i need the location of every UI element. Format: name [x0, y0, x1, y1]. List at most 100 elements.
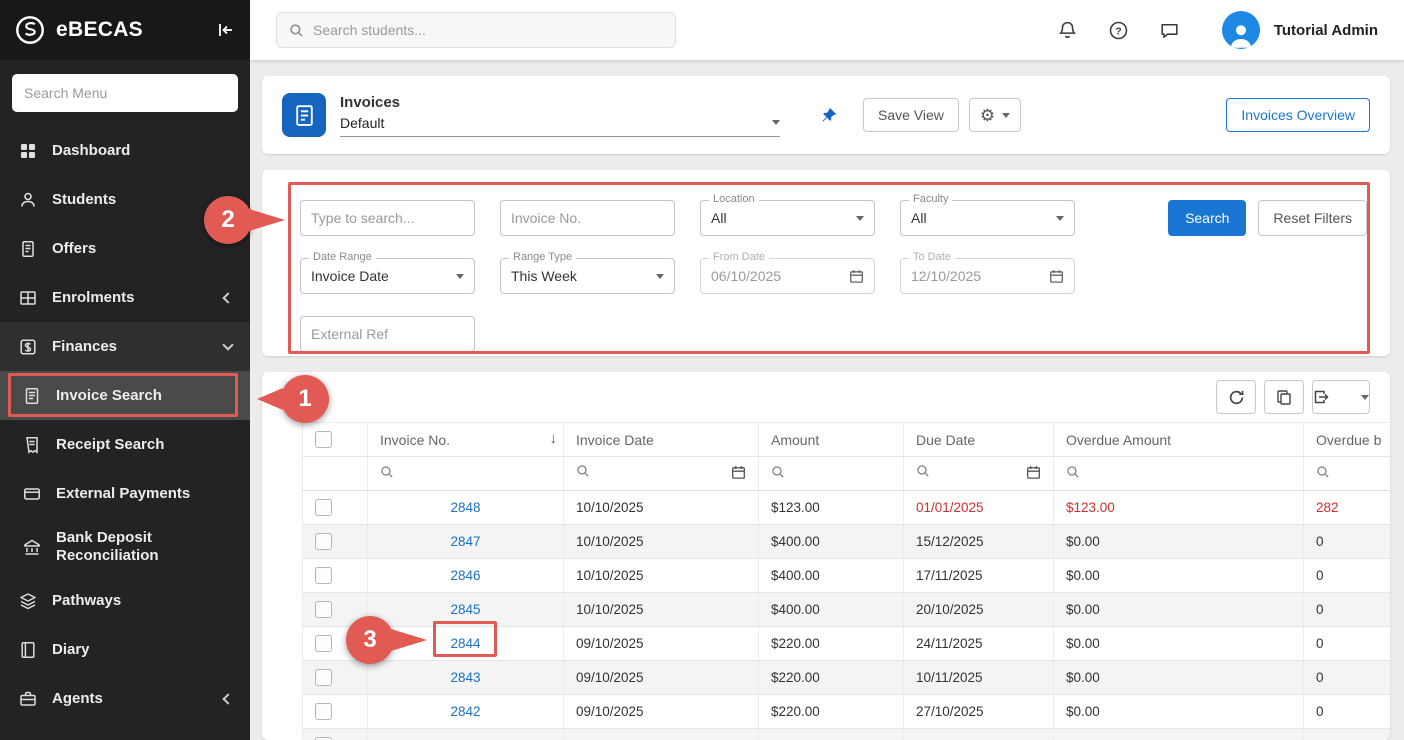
- column-header-overdue-amount[interactable]: Overdue Amount: [1054, 423, 1304, 457]
- row-checkbox[interactable]: [315, 635, 332, 652]
- sidebar-item-finances[interactable]: Finances: [0, 322, 250, 371]
- overdue-by-cell: 282: [1304, 491, 1391, 525]
- filter-row-1: Location All Faculty All Search Reset Fi…: [300, 200, 1367, 236]
- overdue-by-cell: 0: [1304, 627, 1391, 661]
- menu-search-input[interactable]: [12, 74, 238, 112]
- invoice-link[interactable]: 2847: [450, 534, 480, 549]
- external-ref-field: [300, 316, 475, 352]
- row-checkbox[interactable]: [315, 499, 332, 516]
- overdue-amount-cell: $123.00: [1054, 491, 1304, 525]
- invoice-link[interactable]: 2843: [450, 670, 480, 685]
- external-ref-input[interactable]: [311, 326, 464, 342]
- filter-amount[interactable]: [759, 457, 904, 491]
- page-title: Invoices: [340, 94, 780, 111]
- dashboard-icon: [18, 142, 38, 160]
- search-button[interactable]: Search: [1168, 200, 1246, 236]
- row-checkbox[interactable]: [315, 601, 332, 618]
- view-settings-button[interactable]: ⚙: [969, 98, 1021, 132]
- filter-invoice-date[interactable]: [564, 457, 759, 491]
- copy-button[interactable]: [1264, 380, 1304, 414]
- view-select[interactable]: Default: [340, 115, 780, 137]
- sidebar-item-external-payments[interactable]: External Payments: [0, 469, 250, 518]
- row-checkbox[interactable]: [315, 669, 332, 686]
- calendar-icon[interactable]: [849, 269, 864, 284]
- overdue-by-cell: 0: [1304, 593, 1391, 627]
- column-header-overdue-by[interactable]: Overdue b: [1304, 423, 1391, 457]
- overdue-by-cell: 0: [1304, 695, 1391, 729]
- chat-icon[interactable]: [1159, 20, 1180, 41]
- invoice-link[interactable]: 2848: [450, 500, 480, 515]
- sidebar-item-crm[interactable]: CRM: [0, 723, 250, 740]
- content: Invoices Default Save View ⚙ Invoices Ov…: [250, 60, 1404, 740]
- sidebar-item-pathways[interactable]: Pathways: [0, 576, 250, 625]
- chevron-down-icon: [1056, 216, 1064, 221]
- from-date-field[interactable]: From Date 06/10/2025: [700, 258, 875, 294]
- column-header-invoice-date[interactable]: Invoice Date: [564, 423, 759, 457]
- reset-filters-button[interactable]: Reset Filters: [1258, 200, 1367, 236]
- keyword-search-input[interactable]: [311, 210, 464, 226]
- filter-overdue-amount[interactable]: [1054, 457, 1304, 491]
- filter-due-date[interactable]: [904, 457, 1054, 491]
- enrolments-icon: [18, 289, 38, 307]
- row-checkbox[interactable]: [315, 533, 332, 550]
- sidebar-item-invoice-search[interactable]: Invoice Search: [0, 371, 250, 420]
- agents-icon: [18, 690, 38, 708]
- column-header-due-date[interactable]: Due Date: [904, 423, 1054, 457]
- invoice-date-cell: [564, 729, 759, 740]
- bank-icon: [22, 538, 42, 556]
- save-view-button[interactable]: Save View: [863, 98, 959, 132]
- row-checkbox[interactable]: [315, 567, 332, 584]
- filter-invoice-no[interactable]: [368, 457, 564, 491]
- amount-cell: $123.00: [759, 491, 904, 525]
- sidebar-item-enrolments[interactable]: Enrolments: [0, 273, 250, 322]
- table-filter-row: [303, 457, 1391, 491]
- chevron-left-icon: [222, 292, 233, 303]
- amount-cell: $220.00: [759, 695, 904, 729]
- invoice-link[interactable]: 2844: [450, 636, 480, 651]
- sidebar-item-students[interactable]: Students: [0, 175, 250, 224]
- date-range-select[interactable]: Date Range Invoice Date: [300, 258, 475, 294]
- overdue-amount-cell: $0.00: [1054, 525, 1304, 559]
- sort-descending-icon[interactable]: ↓: [550, 430, 558, 447]
- invoice-link[interactable]: 2846: [450, 568, 480, 583]
- filter-overdue-by[interactable]: [1304, 457, 1391, 491]
- select-all-checkbox[interactable]: [315, 431, 332, 448]
- overdue-by-cell: 0: [1304, 559, 1391, 593]
- view-header-card: Invoices Default Save View ⚙ Invoices Ov…: [262, 76, 1390, 154]
- student-search: [276, 12, 676, 48]
- sidebar-item-offers[interactable]: Offers: [0, 224, 250, 273]
- invoices-overview-button[interactable]: Invoices Overview: [1226, 98, 1370, 132]
- help-icon[interactable]: ?: [1108, 20, 1129, 41]
- calendar-icon[interactable]: [731, 465, 746, 483]
- invoice-date-cell: 10/10/2025: [564, 491, 759, 525]
- column-header-amount[interactable]: Amount: [759, 423, 904, 457]
- pin-view-icon[interactable]: [820, 107, 837, 124]
- collapse-sidebar-icon[interactable]: [216, 20, 236, 40]
- calendar-icon[interactable]: [1049, 269, 1064, 284]
- student-search-input[interactable]: [313, 22, 663, 38]
- export-button[interactable]: [1312, 380, 1370, 414]
- calendar-icon[interactable]: [1026, 465, 1041, 483]
- refresh-button[interactable]: [1216, 380, 1256, 414]
- location-select[interactable]: Location All: [700, 200, 875, 236]
- due-date-cell: 17/11/2025: [904, 559, 1054, 593]
- column-header-invoice-no[interactable]: Invoice No. ↓: [368, 423, 564, 457]
- user-menu[interactable]: Tutorial Admin: [1222, 11, 1378, 49]
- notifications-bell-icon[interactable]: [1057, 20, 1078, 41]
- sidebar-item-diary[interactable]: Diary: [0, 625, 250, 674]
- invoice-link[interactable]: 2845: [450, 602, 480, 617]
- invoice-no-input[interactable]: [511, 210, 664, 226]
- sidebar-item-bank-deposit-reconciliation[interactable]: Bank Deposit Reconciliation: [0, 518, 250, 576]
- overdue-amount-cell: $0.00: [1054, 593, 1304, 627]
- sidebar-item-dashboard[interactable]: Dashboard: [0, 126, 250, 175]
- students-icon: [18, 191, 38, 209]
- range-type-select[interactable]: Range Type This Week: [500, 258, 675, 294]
- overdue-by-cell: 0: [1304, 661, 1391, 695]
- to-date-field[interactable]: To Date 12/10/2025: [900, 258, 1075, 294]
- filter-panel: Location All Faculty All Search Reset Fi…: [262, 170, 1390, 356]
- faculty-select[interactable]: Faculty All: [900, 200, 1075, 236]
- sidebar-item-receipt-search[interactable]: Receipt Search: [0, 420, 250, 469]
- sidebar-item-agents[interactable]: Agents: [0, 674, 250, 723]
- row-checkbox[interactable]: [315, 703, 332, 720]
- invoice-link[interactable]: 2842: [450, 704, 480, 719]
